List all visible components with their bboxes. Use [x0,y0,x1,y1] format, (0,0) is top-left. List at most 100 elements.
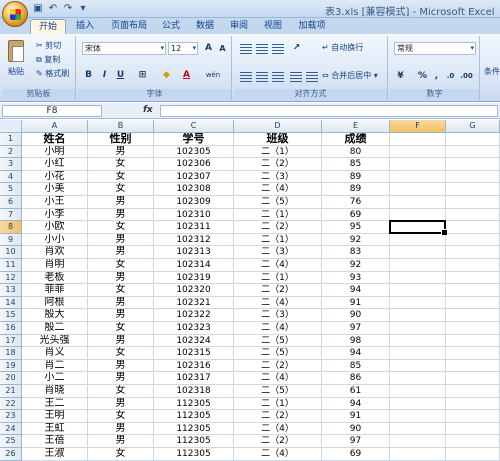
row-header[interactable]: 11 [0,259,22,272]
table-cell[interactable]: 112305 [154,448,234,461]
table-cell[interactable]: 91 [322,410,390,423]
row-header[interactable]: 19 [0,359,22,373]
table-cell[interactable]: 小明 [22,145,88,159]
underline-button[interactable]: U [114,69,127,81]
bold-button[interactable]: B [82,69,95,81]
table-cell[interactable]: 94 [322,397,390,411]
table-cell[interactable] [390,259,446,272]
table-cell[interactable]: 102323 [154,322,234,335]
format-painter-button[interactable]: ✎ 格式刷 [36,68,69,80]
table-cell[interactable]: 王虹 [22,422,88,436]
table-cell[interactable]: 二（4） [234,259,322,272]
table-cell[interactable]: 菲菲 [22,284,88,297]
table-cell[interactable]: 王淑 [22,448,88,461]
table-cell[interactable] [446,385,500,398]
row-header[interactable]: 3 [0,158,22,171]
table-cell[interactable]: 85 [322,359,390,373]
table-cell[interactable] [390,410,446,423]
table-cell[interactable]: 102313 [154,246,234,259]
table-cell[interactable] [446,359,500,373]
shrink-font-icon[interactable]: A [216,43,229,55]
phonetic-guide-icon[interactable]: wén [202,69,224,81]
row-header[interactable]: 1 [0,133,22,146]
save-icon[interactable]: ▣ [32,3,44,15]
table-cell[interactable]: 80 [322,145,390,159]
table-cell[interactable]: 89 [322,183,390,196]
number-format-select[interactable]: 常规 ▾ [394,42,476,55]
merge-center-button[interactable]: ⇔ 合并后居中 ▾ [322,70,378,82]
table-cell[interactable]: 殷二 [22,322,88,335]
row-header[interactable]: 13 [0,284,22,297]
table-cell[interactable] [390,448,446,461]
table-cell[interactable]: 102315 [154,347,234,360]
table-cell[interactable] [390,397,446,411]
table-cell[interactable] [446,208,500,222]
table-header-cell[interactable]: 姓名 [22,133,88,146]
tab-home[interactable]: 开始 [30,19,66,34]
table-cell[interactable]: 男 [88,145,154,159]
table-cell[interactable] [390,372,446,385]
font-color-icon[interactable]: A [180,69,193,81]
table-cell[interactable]: 女 [88,347,154,360]
table-cell[interactable]: 二（2） [234,435,322,448]
table-cell[interactable]: 男 [88,296,154,310]
table-cell[interactable]: 112305 [154,397,234,411]
table-cell[interactable]: 二（3） [234,246,322,259]
table-cell[interactable]: 男 [88,271,154,285]
table-cell[interactable]: 二（1） [234,271,322,285]
row-header[interactable]: 12 [0,271,22,285]
table-cell[interactable] [446,322,500,335]
font-name-select[interactable]: 宋体 ▾ [82,42,166,55]
table-cell[interactable]: 102311 [154,221,234,234]
borders-icon[interactable]: ⊞ [136,69,149,81]
row-header[interactable]: 2 [0,145,22,159]
row-header[interactable]: 25 [0,435,22,448]
table-cell[interactable] [446,410,500,423]
table-cell[interactable]: 102309 [154,196,234,209]
table-cell[interactable]: 102322 [154,309,234,322]
table-cell[interactable] [390,385,446,398]
table-cell[interactable] [390,145,446,159]
table-cell[interactable]: 肖欢 [22,246,88,259]
table-cell[interactable]: 94 [322,347,390,360]
table-cell[interactable]: 女 [88,410,154,423]
table-cell[interactable]: 二（3） [234,170,322,184]
table-cell[interactable]: 女 [88,170,154,184]
row-header[interactable]: 15 [0,309,22,322]
tab-page-layout[interactable]: 页面布局 [104,19,154,34]
align-left-icon[interactable] [240,72,252,82]
table-cell[interactable]: 102308 [154,183,234,196]
table-cell[interactable]: 男 [88,246,154,259]
row-header[interactable]: 5 [0,183,22,196]
name-box[interactable]: F8 [2,105,102,117]
redo-icon[interactable]: ↷ [62,3,74,15]
table-cell[interactable]: 男 [88,208,154,222]
column-header-d[interactable]: D [234,120,322,133]
table-cell[interactable]: 102316 [154,359,234,373]
percent-button[interactable]: % [416,70,429,82]
table-cell[interactable]: 93 [322,271,390,285]
table-cell[interactable] [390,322,446,335]
table-cell[interactable]: 61 [322,385,390,398]
table-cell[interactable]: 98 [322,334,390,348]
table-cell[interactable]: 男 [88,233,154,247]
table-cell[interactable] [390,359,446,373]
table-cell[interactable]: 95 [322,221,390,234]
table-cell[interactable]: 小小 [22,233,88,247]
table-cell[interactable] [446,196,500,209]
table-cell[interactable]: 二（2） [234,284,322,297]
table-cell[interactable] [390,334,446,348]
copy-button[interactable]: ⧉ 复制 [36,54,60,66]
table-cell[interactable] [390,170,446,184]
row-header[interactable]: 4 [0,170,22,184]
table-cell[interactable]: 阿根 [22,296,88,310]
table-cell[interactable] [390,133,446,146]
table-cell[interactable] [390,158,446,171]
table-cell[interactable]: 92 [322,233,390,247]
formula-input[interactable] [160,105,498,117]
table-cell[interactable]: 肖二 [22,359,88,373]
table-cell[interactable] [390,208,446,222]
column-header-a[interactable]: A [22,120,88,133]
table-cell[interactable]: 二（1） [234,145,322,159]
table-cell[interactable]: 二（2） [234,221,322,234]
